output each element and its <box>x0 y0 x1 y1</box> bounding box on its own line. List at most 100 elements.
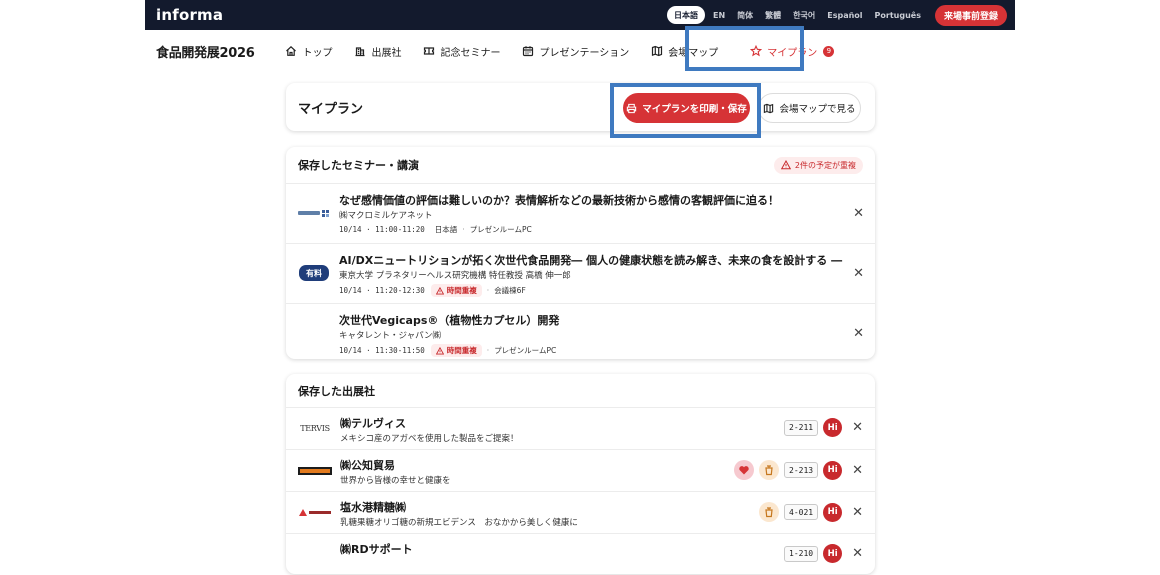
seminar-row[interactable]: 次世代Vegicaps®（植物性カプセル）開発 キャタレント・ジャパン㈱ 10/… <box>286 304 875 363</box>
warning-icon <box>435 286 444 294</box>
warning-icon <box>780 160 791 170</box>
lang-zh-hans[interactable]: 简体 <box>731 6 759 24</box>
lang-zh-hant[interactable]: 繁體 <box>759 6 787 24</box>
remove-exhibitor-button[interactable]: ✕ <box>852 421 863 434</box>
section-title: 保存した出展社 <box>298 384 375 398</box>
cup-icon <box>759 460 779 480</box>
remove-seminar-button[interactable]: ✕ <box>853 267 864 280</box>
page-title: マイプラン <box>298 101 364 117</box>
booth-number: 2-213 <box>784 462 819 478</box>
main-nav: 食品開発展2026 トップ 出展社 記念セミナー プレゼンテーション 会場マップ… <box>145 33 1015 69</box>
remove-seminar-button[interactable]: ✕ <box>853 327 864 340</box>
separator-dot: · <box>486 286 490 295</box>
lang-es[interactable]: Español <box>821 6 868 24</box>
hi-badge[interactable]: Hi <box>823 502 843 522</box>
seminar-meta: 10/14 · 11:20-12:30 時間重複 · 会議棟6F <box>339 284 526 297</box>
nav-label: 出展社 <box>371 47 402 59</box>
exhibitor-row[interactable]: ㈱公知貿易 世界から皆様の幸せと健康を 2-213 Hi ✕ <box>286 450 875 492</box>
separator-dot: · <box>486 346 490 355</box>
informa-logo[interactable]: informa <box>156 6 223 24</box>
conflict-text: 2件の予定が重複 <box>794 160 856 170</box>
seminar-title[interactable]: 次世代Vegicaps®（植物性カプセル）開発 <box>339 312 559 328</box>
lang-en[interactable]: EN <box>707 6 731 24</box>
seminar-organizer: キャタレント・ジャパン㈱ <box>339 331 442 341</box>
seminar-title[interactable]: なぜ感情価値の評価は難しいのか？表情解析などの最新技術から感情の客観評価に迫る！ <box>339 192 779 208</box>
exhibitor-row[interactable]: 塩水港精糖㈱ 乳糖果糖オリゴ糖の新規エビデンス おなかから美しく健康に 4-02… <box>286 492 875 534</box>
hi-badge[interactable]: Hi <box>823 544 843 563</box>
saved-seminars-card: 保存したセミナー・講演 2件の予定が重複 なぜ感情価値の評価は難しいのか？表情解… <box>286 147 875 359</box>
saved-exhibitors-card: 保存した出展社 TERVIS ㈱テルヴィス メキシコ産のアガベを使用した製品をご… <box>286 374 875 574</box>
hi-badge[interactable]: Hi <box>823 460 843 480</box>
lang-ja[interactable]: 日本語 <box>666 6 705 24</box>
section-title: 保存したセミナー・講演 <box>298 159 419 172</box>
exhibitor-name[interactable]: ㈱公知貿易 <box>340 457 395 473</box>
remove-exhibitor-button[interactable]: ✕ <box>852 464 863 477</box>
nav-label: トップ <box>302 47 333 59</box>
exhibitor-description: メキシコ産のアガベを使用した製品をご提案！ <box>340 434 519 444</box>
cup-icon <box>759 502 779 522</box>
highlight-box-print <box>610 83 761 138</box>
hi-badge[interactable]: Hi <box>823 418 843 437</box>
paid-badge: 有料 <box>298 262 330 284</box>
separator-dot: · <box>462 225 465 234</box>
section-header: 保存した出展社 <box>286 374 875 408</box>
seminar-meta: 10/14 · 11:00-11:20 日本語 · プレゼンルームPC <box>339 224 532 235</box>
building-icon <box>355 47 365 57</box>
booth-number: 4-021 <box>784 504 819 520</box>
myplan-count-badge: 9 <box>823 45 835 57</box>
view-map-button[interactable]: 会場マップで見る <box>758 93 861 123</box>
map-icon <box>764 103 774 113</box>
myplan-header-card: マイプラン マイプランを印刷・保存 会場マップで見る <box>286 83 875 131</box>
time-conflict-badge: 時間重複 <box>430 344 482 357</box>
exhibitor-description: 乳糖果糖オリゴ糖の新規エビデンス おなかから美しく健康に <box>340 518 578 528</box>
top-bar: informa 日本語 EN 简体 繁體 한국어 Español Portugu… <box>145 0 1015 30</box>
exhibitor-name[interactable]: ㈱RDサポート <box>340 541 413 557</box>
register-button[interactable]: 来場事前登録 <box>934 4 1007 26</box>
seminar-room: 会議棟6F <box>494 286 526 295</box>
map-icon <box>652 45 663 57</box>
calendar-icon <box>523 46 534 57</box>
highlight-box-nav <box>685 26 804 71</box>
remove-exhibitor-button[interactable]: ✕ <box>852 547 863 560</box>
comex-logo <box>298 462 332 479</box>
home-icon <box>286 45 297 56</box>
seminar-room: プレゼンルームPC <box>469 225 532 234</box>
seminar-language: 日本語 <box>434 225 458 234</box>
seminar-row[interactable]: 有料 AI/DXニュートリションが拓く次世代食品開発― 個人の健康状態を読み解き… <box>286 244 875 304</box>
event-brand[interactable]: 食品開発展2026 <box>156 42 255 61</box>
lang-ko[interactable]: 한국어 <box>787 6 821 24</box>
seminar-row[interactable]: なぜ感情価値の評価は難しいのか？表情解析などの最新技術から感情の客観評価に迫る！… <box>286 184 875 244</box>
nav-seminars[interactable]: 記念セミナー <box>412 33 511 69</box>
seminar-time: 10/14 · 11:20-12:30 <box>339 286 425 295</box>
section-header: 保存したセミナー・講演 2件の予定が重複 <box>286 147 875 184</box>
conflict-badge: 2件の予定が重複 <box>773 156 863 174</box>
exhibitor-name[interactable]: ㈱テルヴィス <box>340 415 406 431</box>
warning-icon <box>435 346 444 354</box>
seminar-time: 10/14 · 11:00-11:20 <box>339 225 425 234</box>
seminar-room: プレゼンルームPC <box>494 346 557 355</box>
nav-presentations[interactable]: プレゼンテーション <box>511 33 640 69</box>
seminar-organizer: 東京大学 プラネタリーヘルス研究機構 特任教授 高橋 伸一郎 <box>339 271 571 281</box>
seminar-time: 10/14 · 11:30-11:50 <box>339 346 425 355</box>
nav-top[interactable]: トップ <box>274 33 343 69</box>
nav-label: プレゼンテーション <box>539 47 630 59</box>
map-label: 会場マップで見る <box>779 104 856 115</box>
heart-icon <box>734 460 754 480</box>
seminar-meta: 10/14 · 11:30-11:50 時間重複 · プレゼンルームPC <box>339 344 556 357</box>
remove-seminar-button[interactable]: ✕ <box>853 207 864 220</box>
exhibitor-row[interactable]: ㈱RDサポート 1-210 Hi ✕ <box>286 534 875 575</box>
time-conflict-badge: 時間重複 <box>430 284 482 297</box>
tervis-logo: TERVIS <box>300 424 330 433</box>
lang-pt[interactable]: Português <box>869 6 927 24</box>
seminar-organizer: ㈱マクロミルケアネット <box>339 211 433 221</box>
booth-number: 2-211 <box>784 419 819 436</box>
shiomizuko-logo <box>298 504 332 521</box>
remove-exhibitor-button[interactable]: ✕ <box>852 506 863 519</box>
nav-exhibitors[interactable]: 出展社 <box>343 33 412 69</box>
exhibitor-name[interactable]: 塩水港精糖㈱ <box>340 499 406 515</box>
booth-number: 1-210 <box>784 545 819 562</box>
exhibitor-description: 世界から皆様の幸せと健康を <box>340 476 451 486</box>
seminar-title[interactable]: AI/DXニュートリションが拓く次世代食品開発― 個人の健康状態を読み解き、未来… <box>339 252 842 268</box>
macromill-logo <box>298 202 330 224</box>
exhibitor-row[interactable]: TERVIS ㈱テルヴィス メキシコ産のアガベを使用した製品をご提案！ 2-21… <box>286 408 875 450</box>
